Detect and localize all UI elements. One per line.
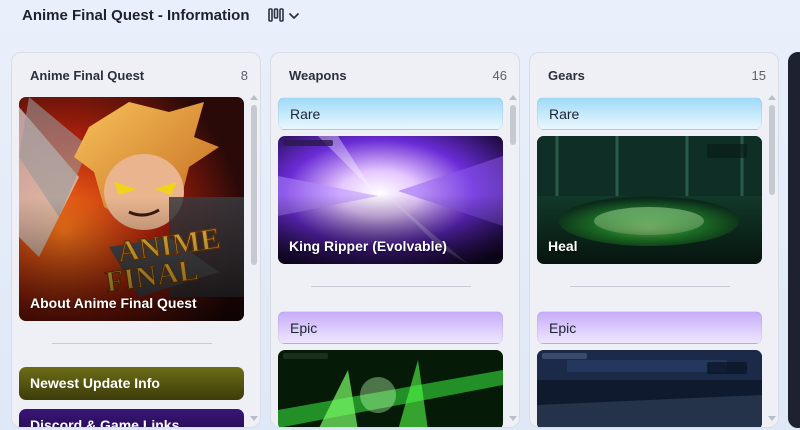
column-title: Gears xyxy=(548,68,585,83)
group-rare[interactable]: Rare xyxy=(278,97,503,130)
group-label: Rare xyxy=(290,106,321,122)
column-weapons: Weapons 46 Rare King Ripper (Evolvable) … xyxy=(270,52,520,428)
page-title: Anime Final Quest - Information xyxy=(22,7,250,24)
newest-update-info-link[interactable]: Newest Update Info xyxy=(19,367,244,400)
group-epic[interactable]: Epic xyxy=(537,311,762,344)
column-title: Weapons xyxy=(289,68,347,83)
scroll-thumb[interactable] xyxy=(769,105,775,195)
card-epic-weapon[interactable] xyxy=(278,350,503,427)
column-body: Rare xyxy=(271,95,519,427)
column-count: 8 xyxy=(240,68,248,83)
card-cover-image xyxy=(278,350,503,427)
column-header: Weapons 46 xyxy=(271,53,519,95)
card-title: Heal xyxy=(548,238,578,254)
card-king-ripper[interactable]: King Ripper (Evolvable) xyxy=(278,136,503,264)
link-label: Discord & Game Links xyxy=(30,417,180,428)
view-switcher[interactable] xyxy=(268,7,300,27)
top-bar: Anime Final Quest - Information xyxy=(0,0,800,34)
scroll-thumb[interactable] xyxy=(510,105,516,145)
column-next-partial xyxy=(788,52,800,428)
card-epic-gear[interactable] xyxy=(537,350,762,427)
divider xyxy=(52,343,212,344)
chevron-down-icon xyxy=(288,8,300,26)
card-heal[interactable]: Heal xyxy=(537,136,762,264)
column-body: ANIME FINAL About Anime Final Quest Newe… xyxy=(12,95,260,427)
scroll-down-icon[interactable] xyxy=(768,416,776,421)
column-scrollbar[interactable] xyxy=(768,95,776,421)
scroll-thumb[interactable] xyxy=(251,105,257,265)
group-label: Rare xyxy=(549,106,580,122)
column-count: 15 xyxy=(751,68,766,83)
column-scrollbar[interactable] xyxy=(250,95,258,421)
column-count: 46 xyxy=(492,68,507,83)
column-header: Gears 15 xyxy=(530,53,778,95)
discord-game-links-link[interactable]: Discord & Game Links xyxy=(19,409,244,428)
group-label: Epic xyxy=(290,320,318,336)
divider xyxy=(570,286,730,287)
column-body: Rare xyxy=(530,95,778,427)
column-anime-final-quest: Anime Final Quest 8 About Anime Final Qu… xyxy=(11,52,261,428)
scroll-up-icon[interactable] xyxy=(250,95,258,100)
board-columns: Anime Final Quest 8 About Anime Final Qu… xyxy=(0,52,800,430)
link-label: Newest Update Info xyxy=(30,375,160,391)
column-title: Anime Final Quest xyxy=(30,68,145,83)
group-epic[interactable]: Epic xyxy=(278,311,503,344)
divider xyxy=(311,286,471,287)
card-about-anime-final-quest[interactable]: ANIME FINAL About Anime Final Quest xyxy=(19,97,244,321)
scroll-up-icon[interactable] xyxy=(509,95,517,100)
scroll-up-icon[interactable] xyxy=(768,95,776,100)
group-label: Epic xyxy=(549,320,577,336)
column-header: Anime Final Quest 8 xyxy=(12,53,260,95)
column-scrollbar[interactable] xyxy=(509,95,517,421)
group-rare[interactable]: Rare xyxy=(537,97,762,130)
scroll-down-icon[interactable] xyxy=(509,416,517,421)
card-title: King Ripper (Evolvable) xyxy=(289,238,447,254)
card-cover-image xyxy=(537,350,762,427)
card-title: About Anime Final Quest xyxy=(30,295,197,311)
scroll-down-icon[interactable] xyxy=(250,416,258,421)
column-gears: Gears 15 Rare Heal Epic xyxy=(529,52,779,428)
board-view-icon xyxy=(268,7,284,27)
